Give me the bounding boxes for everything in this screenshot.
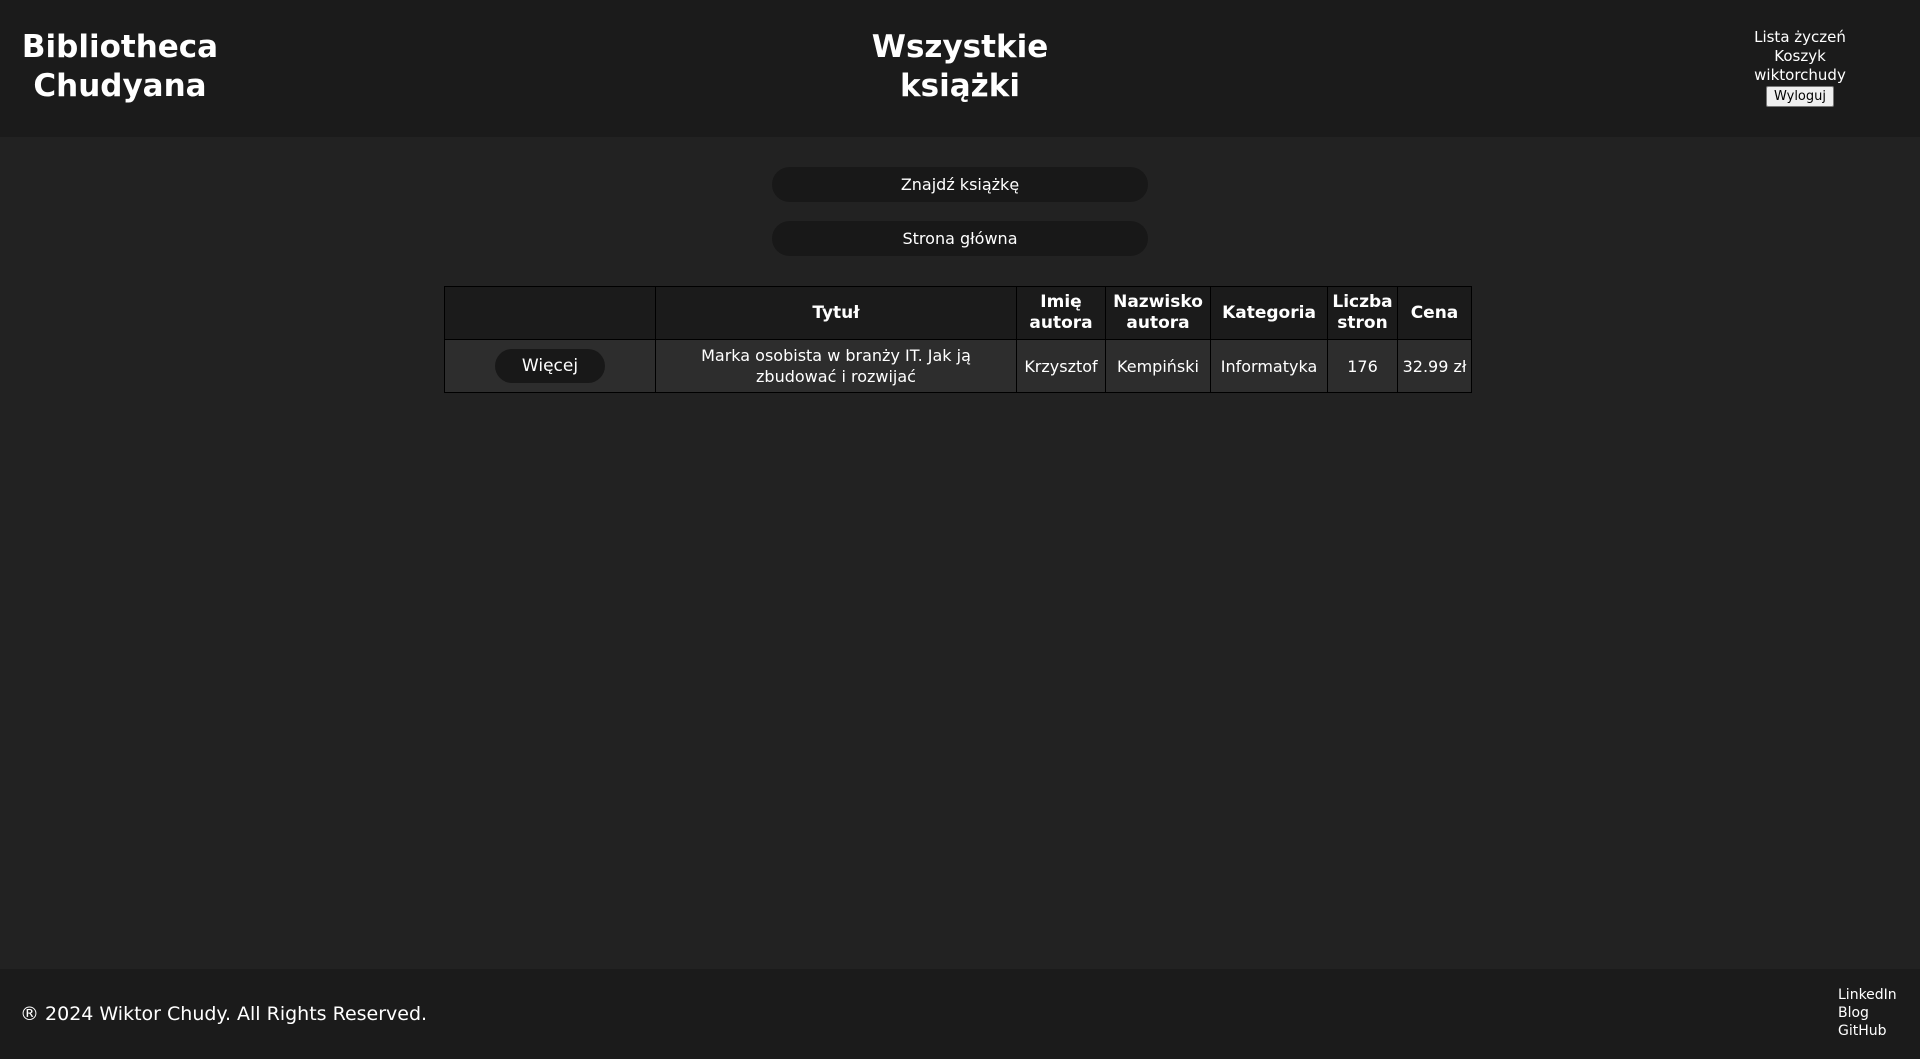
header-pages: Liczba stron [1327,286,1398,340]
brand-line-2: Chudyana [33,68,207,104]
header-pages-line-1: Liczba [1332,292,1393,312]
page-title: Wszystkie książki [760,28,1160,106]
header-category: Kategoria [1210,286,1328,340]
cell-author-last-name: Kempiński [1105,339,1211,393]
cell-pages: 176 [1327,339,1398,393]
books-table: Tytuł Imię autora Nazwisko autora Katego… [444,286,1472,393]
logout-button[interactable]: Wyloguj [1766,86,1834,107]
blog-link[interactable]: Blog [1838,1004,1897,1022]
header-author-last-line-1: Nazwisko [1113,292,1203,312]
cell-title-line-1: Marka osobista w branży IT. Jak ją [701,346,971,365]
header-price: Cena [1397,286,1472,340]
cell-author-first-name: Krzysztof [1016,339,1106,393]
footer: ® 2024 Wiktor Chudy. All Rights Reserved… [0,969,1920,1059]
brand-line-1: Bibliotheca [21,29,219,65]
github-link[interactable]: GitHub [1838,1022,1897,1040]
header-title: Tytuł [655,286,1017,340]
header-pages-line-2: stron [1337,313,1388,333]
cell-price: 32.99 zł [1397,339,1472,393]
table-header-row: Tytuł Imię autora Nazwisko autora Katego… [444,286,1472,340]
find-book-button[interactable]: Znajdź książkę [772,167,1148,202]
copyright-text: ® 2024 Wiktor Chudy. All Rights Reserved… [20,1003,428,1025]
social-links: LinkedIn Blog GitHub [1838,986,1897,1040]
page-title-line-2: książki [900,68,1020,104]
cell-title: Marka osobista w branży IT. Jak ją zbudo… [655,339,1017,393]
page: Bibliotheca Chudyana Wszystkie książki L… [0,0,1920,1059]
header: Bibliotheca Chudyana Wszystkie książki L… [0,0,1920,137]
username-link[interactable]: wiktorchudy [1700,66,1900,85]
linkedin-link[interactable]: LinkedIn [1838,986,1897,1004]
table-row: Więcej Marka osobista w branży IT. Jak j… [444,339,1472,393]
header-author-first-name: Imię autora [1016,286,1106,340]
more-button[interactable]: Więcej [495,349,605,383]
header-author-last-line-2: autora [1126,313,1190,333]
cart-link[interactable]: Koszyk [1700,47,1900,66]
header-author-first-line-1: Imię [1040,292,1082,312]
header-author-first-line-2: autora [1029,313,1093,333]
cell-category: Informatyka [1210,339,1328,393]
home-page-button[interactable]: Strona główna [772,221,1148,256]
site-logo-title[interactable]: Bibliotheca Chudyana [0,28,240,106]
cell-title-line-2: zbudować i rozwijać [756,367,916,386]
page-title-line-1: Wszystkie [871,29,1049,65]
header-author-last-name: Nazwisko autora [1105,286,1211,340]
user-nav: Lista życzeń Koszyk wiktorchudy Wyloguj [1700,28,1900,107]
header-actions [444,286,656,340]
wishlist-link[interactable]: Lista życzeń [1700,28,1900,47]
cell-actions: Więcej [444,339,656,393]
